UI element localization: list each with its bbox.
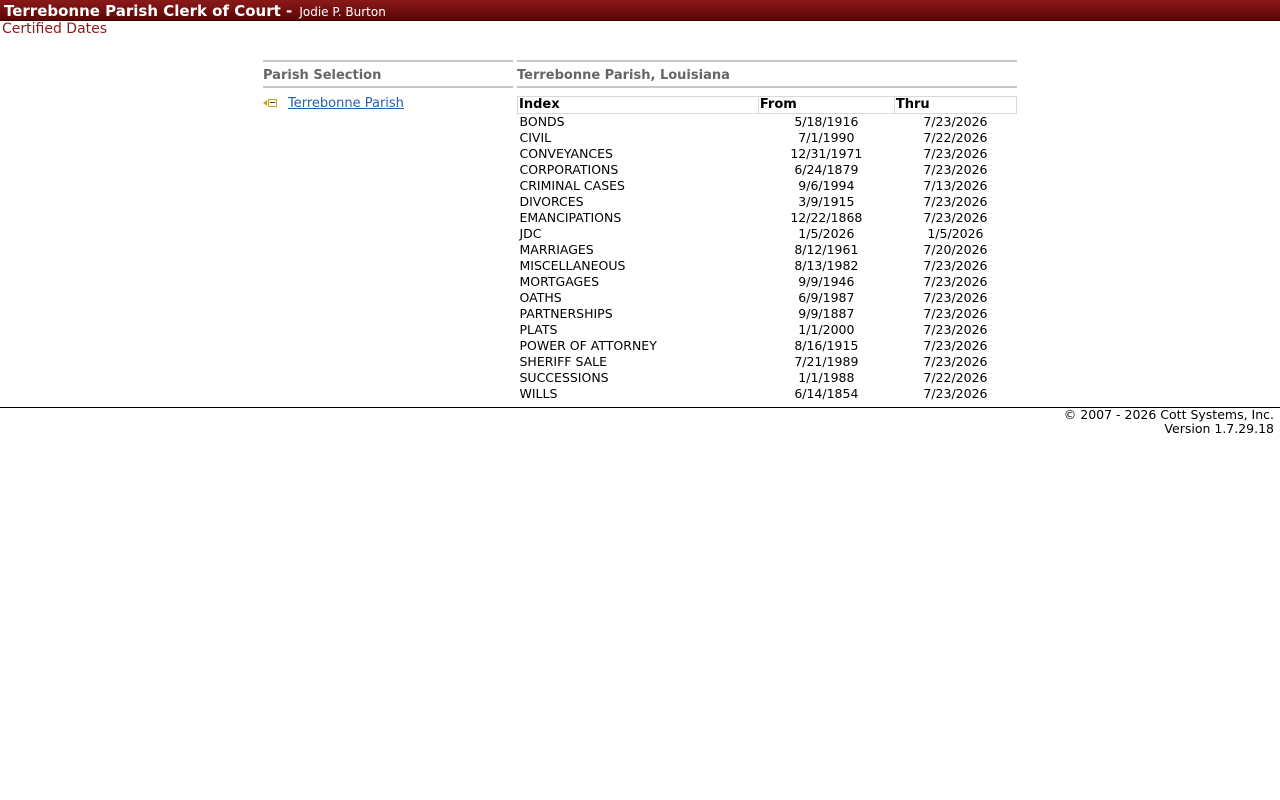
table-row: DIVORCES 3/9/1915 7/23/2026 bbox=[518, 194, 1017, 210]
org-title: Terrebonne Parish Clerk of Court - bbox=[4, 2, 293, 20]
index-cell: OATHS bbox=[519, 290, 562, 305]
index-cell: MORTGAGES bbox=[519, 274, 600, 289]
table-row: CONVEYANCES 12/31/1971 7/23/2026 bbox=[518, 146, 1017, 162]
column-header-from: From bbox=[757, 96, 895, 114]
from-date-cell: 8/12/1961 bbox=[794, 242, 859, 257]
parish-link-terrebonne[interactable]: Terrebonne Parish bbox=[288, 96, 404, 111]
from-date-cell: 9/9/1946 bbox=[798, 274, 855, 289]
thru-date-cell: 7/23/2026 bbox=[923, 274, 988, 289]
thru-date-cell: 7/23/2026 bbox=[923, 194, 988, 209]
from-date-cell: 1/1/1988 bbox=[798, 370, 855, 385]
from-date-cell: 7/21/1989 bbox=[794, 354, 859, 369]
from-date-cell: 1/1/2000 bbox=[798, 322, 855, 337]
index-cell: SUCCESSIONS bbox=[519, 370, 609, 385]
thru-date-cell: 7/23/2026 bbox=[923, 338, 988, 353]
from-date-cell: 9/9/1887 bbox=[798, 306, 855, 321]
thru-date-cell: 7/23/2026 bbox=[923, 322, 988, 337]
index-cell: CONVEYANCES bbox=[519, 146, 614, 161]
footer: © 2007 - 2026 Cott Systems, Inc. Version… bbox=[1064, 408, 1274, 436]
from-date-cell: 9/6/1994 bbox=[798, 178, 855, 193]
thru-date-cell: 1/5/2026 bbox=[927, 226, 984, 241]
table-row: PLATS 1/1/2000 7/23/2026 bbox=[518, 322, 1017, 338]
table-row: WILLS 6/14/1854 7/23/2026 bbox=[518, 386, 1017, 402]
parish-list-item[interactable]: Terrebonne Parish bbox=[263, 94, 513, 112]
index-cell: MARRIAGES bbox=[519, 242, 594, 257]
index-cell: PLATS bbox=[519, 322, 558, 337]
version-text: Version 1.7.29.18 bbox=[1164, 421, 1274, 436]
thru-date-cell: 7/23/2026 bbox=[923, 354, 988, 369]
thru-date-cell: 7/23/2026 bbox=[923, 210, 988, 225]
top-header-bar: Terrebonne Parish Clerk of Court - Jodie… bbox=[0, 0, 1280, 21]
thru-date-cell: 7/23/2026 bbox=[923, 306, 988, 321]
from-date-cell: 7/1/1990 bbox=[798, 130, 855, 145]
table-row: SHERIFF SALE 7/21/1989 7/23/2026 bbox=[518, 354, 1017, 370]
table-row: CORPORATIONS 6/24/1879 7/23/2026 bbox=[518, 162, 1017, 178]
table-row: OATHS 6/9/1987 7/23/2026 bbox=[518, 290, 1017, 306]
thru-date-cell: 7/20/2026 bbox=[923, 242, 988, 257]
official-name: Jodie P. Burton bbox=[299, 5, 386, 19]
table-row: CRIMINAL CASES 9/6/1994 7/13/2026 bbox=[518, 178, 1017, 194]
table-row: PARTNERSHIPS 9/9/1887 7/23/2026 bbox=[518, 306, 1017, 322]
certified-dates-table: Index From Thru BONDS 5/18/1916 7/23/2026 C… bbox=[517, 96, 1018, 403]
thru-date-cell: 7/23/2026 bbox=[923, 114, 988, 129]
thru-date-cell: 7/22/2026 bbox=[923, 130, 988, 145]
index-cell: CIVIL bbox=[519, 130, 552, 145]
table-row: JDC 1/5/2026 1/5/2026 bbox=[518, 226, 1017, 242]
certified-dates-heading: Terrebonne Parish, Louisiana bbox=[517, 60, 1017, 88]
column-header-index: Index bbox=[517, 96, 759, 114]
parish-selection-heading: Parish Selection bbox=[263, 60, 513, 88]
table-row: POWER OF ATTORNEY 8/16/1915 7/23/2026 bbox=[518, 338, 1017, 354]
table-row: EMANCIPATIONS 12/22/1868 7/23/2026 bbox=[518, 210, 1017, 226]
table-row: MORTGAGES 9/9/1946 7/23/2026 bbox=[518, 274, 1017, 290]
index-cell: CORPORATIONS bbox=[519, 162, 619, 177]
thru-date-cell: 7/23/2026 bbox=[923, 258, 988, 273]
table-row: MARRIAGES 8/12/1961 7/20/2026 bbox=[518, 242, 1017, 258]
thru-date-cell: 7/23/2026 bbox=[923, 290, 988, 305]
from-date-cell: 5/18/1916 bbox=[794, 114, 859, 129]
from-date-cell: 1/5/2026 bbox=[798, 226, 855, 241]
index-cell: CRIMINAL CASES bbox=[519, 178, 625, 193]
parish-select-icon bbox=[263, 98, 279, 108]
from-date-cell: 12/22/1868 bbox=[790, 210, 863, 225]
column-header-thru: Thru bbox=[893, 96, 1018, 114]
index-cell: EMANCIPATIONS bbox=[519, 210, 622, 225]
thru-date-cell: 7/23/2026 bbox=[923, 386, 988, 401]
index-cell: PARTNERSHIPS bbox=[519, 306, 613, 321]
thru-date-cell: 7/13/2026 bbox=[923, 178, 988, 193]
table-header-row: Index From Thru bbox=[517, 96, 1018, 114]
thru-date-cell: 7/22/2026 bbox=[923, 370, 988, 385]
thru-date-cell: 7/23/2026 bbox=[923, 146, 988, 161]
from-date-cell: 6/14/1854 bbox=[794, 386, 859, 401]
index-cell: JDC bbox=[519, 226, 542, 241]
index-cell: MISCELLANEOUS bbox=[519, 258, 626, 273]
from-date-cell: 3/9/1915 bbox=[798, 194, 855, 209]
from-date-cell: 6/24/1879 bbox=[794, 162, 859, 177]
from-date-cell: 8/13/1982 bbox=[794, 258, 859, 273]
table-body: BONDS 5/18/1916 7/23/2026 CIVIL 7/1/1990 7/22… bbox=[518, 114, 1017, 403]
table-row: SUCCESSIONS 1/1/1988 7/22/2026 bbox=[518, 370, 1017, 386]
index-cell: BONDS bbox=[519, 114, 565, 129]
page-title: Certified Dates bbox=[2, 21, 108, 37]
table-row: BONDS 5/18/1916 7/23/2026 bbox=[518, 114, 1017, 131]
parish-selection-panel: Parish Selection Terrebonne Parish bbox=[263, 60, 513, 112]
index-cell: DIVORCES bbox=[519, 194, 584, 209]
from-date-cell: 12/31/1971 bbox=[790, 146, 863, 161]
index-cell: SHERIFF SALE bbox=[519, 354, 608, 369]
from-date-cell: 6/9/1987 bbox=[798, 290, 855, 305]
table-row: MISCELLANEOUS 8/13/1982 7/23/2026 bbox=[518, 258, 1017, 274]
from-date-cell: 8/16/1915 bbox=[794, 338, 859, 353]
index-cell: WILLS bbox=[519, 386, 558, 401]
certified-dates-panel: Terrebonne Parish, Louisiana Index From … bbox=[517, 60, 1018, 403]
index-cell: POWER OF ATTORNEY bbox=[519, 338, 657, 353]
table-row: CIVIL 7/1/1990 7/22/2026 bbox=[518, 130, 1017, 146]
thru-date-cell: 7/23/2026 bbox=[923, 162, 988, 177]
copyright-text: © 2007 - 2026 Cott Systems, Inc. bbox=[1063, 407, 1274, 422]
